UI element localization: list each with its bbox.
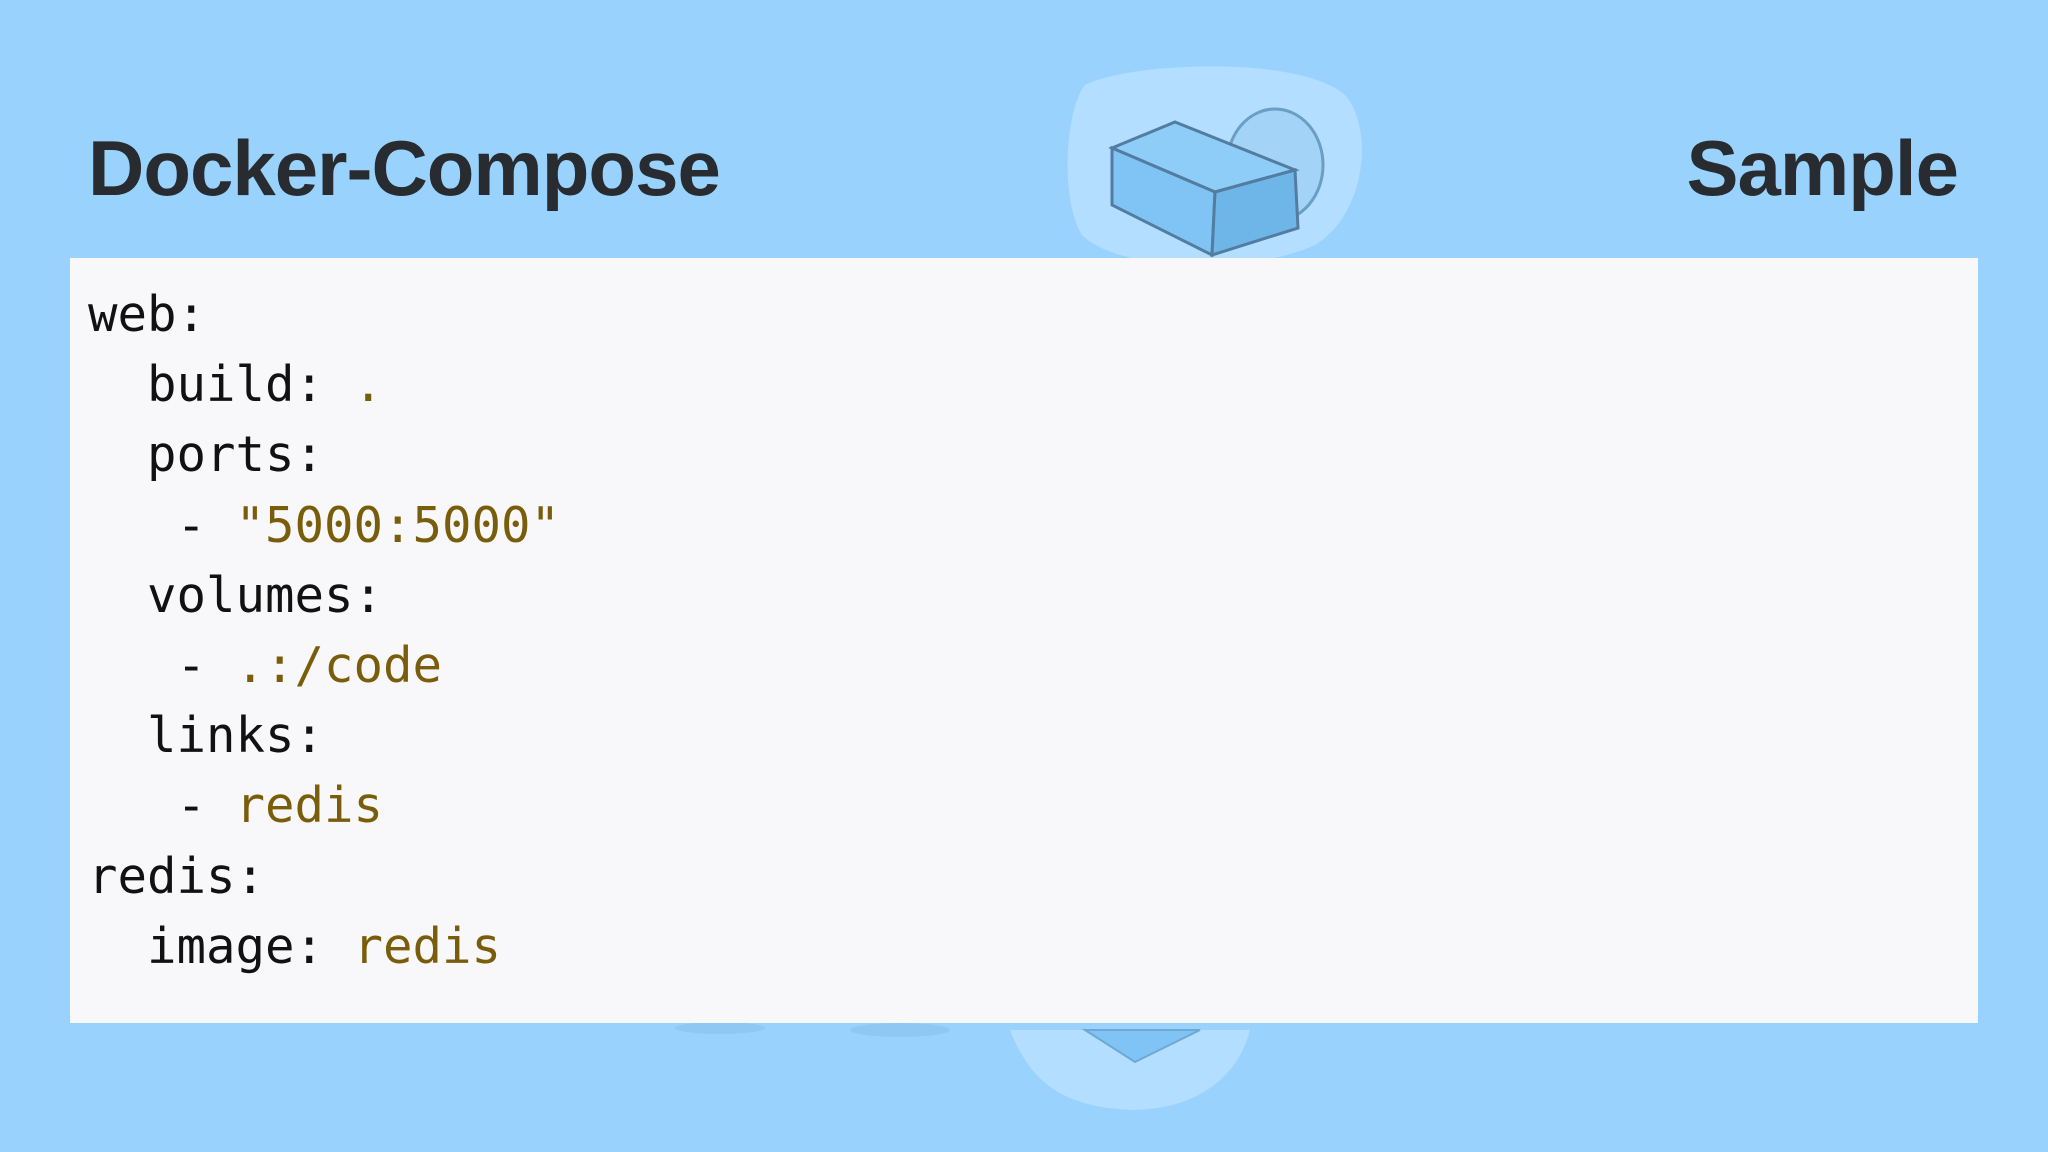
code-key: - xyxy=(176,496,236,554)
code-key: - xyxy=(176,777,236,835)
code-line: volumes: xyxy=(88,561,1978,631)
code-line: redis: xyxy=(88,842,1978,912)
code-value: "5000:5000" xyxy=(235,496,561,554)
code-block: web: build: . ports: - "5000:5000" volum… xyxy=(70,258,1978,1023)
code-line: image: redis xyxy=(88,912,1978,982)
slide-title-right: Sample xyxy=(1686,124,1959,212)
code-line: web: xyxy=(88,280,1978,350)
code-key: image: xyxy=(147,917,354,975)
code-line: - redis xyxy=(88,771,1978,841)
code-value: redis xyxy=(353,917,502,975)
code-line: ports: xyxy=(88,420,1978,490)
code-key: redis: xyxy=(88,847,266,905)
code-key: build: xyxy=(147,356,354,414)
code-value: .:/code xyxy=(235,636,443,694)
code-key: volumes: xyxy=(147,566,384,624)
slide-title-left: Docker-Compose xyxy=(88,124,721,212)
code-key: - xyxy=(176,636,236,694)
code-line: - .:/code xyxy=(88,631,1978,701)
code-value: . xyxy=(353,356,384,414)
code-key: web: xyxy=(88,286,207,343)
code-line: links: xyxy=(88,701,1978,771)
code-key: links: xyxy=(147,707,325,765)
code-key: ports: xyxy=(147,426,325,484)
code-line: build: . xyxy=(88,350,1978,420)
code-line: - "5000:5000" xyxy=(88,491,1978,561)
code-value: redis xyxy=(235,777,384,835)
